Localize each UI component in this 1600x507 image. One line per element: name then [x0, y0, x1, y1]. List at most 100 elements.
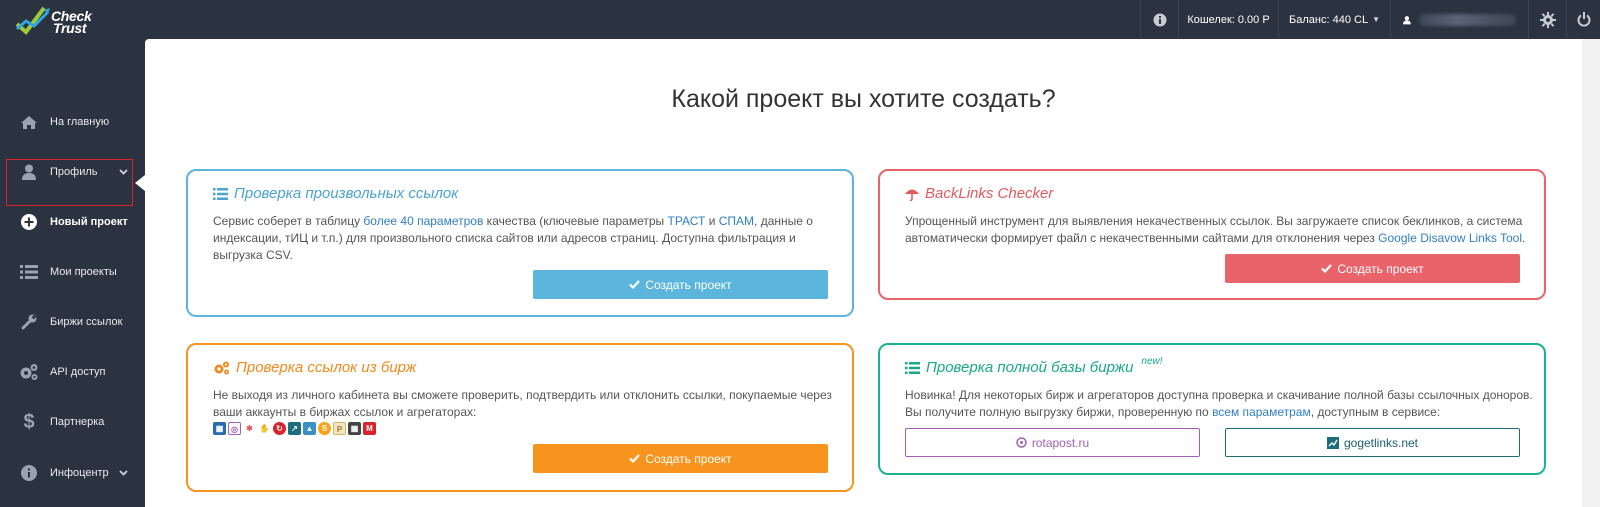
- dollar-icon: $: [23, 410, 35, 433]
- desc-text: качества (ключевые параметры: [483, 214, 668, 228]
- sidebar-item-home[interactable]: На главную: [0, 102, 145, 142]
- card-description: Сервис соберет в таблицу более 40 параме…: [213, 213, 813, 264]
- username-blurred: [1418, 13, 1516, 26]
- params-link[interactable]: более 40 параметров: [363, 214, 483, 228]
- user-menu[interactable]: [1390, 0, 1528, 39]
- check-icon: [629, 454, 641, 463]
- card-description: Упрощенный инструмент для выявления нека…: [905, 213, 1525, 247]
- sidebar-item-label: Мои проекты: [50, 266, 117, 278]
- button-label: Создать проект: [645, 451, 732, 466]
- page-title: Какой проект вы хотите создать?: [671, 85, 1056, 113]
- desc-text: .: [1522, 231, 1526, 245]
- sidebar-item-label: Партнерка: [50, 416, 105, 428]
- desc-text: Сервис соберет в таблицу: [213, 214, 364, 228]
- power-button[interactable]: [1566, 0, 1600, 39]
- gogetlinks-icon[interactable]: ↗: [288, 422, 301, 435]
- gogetlinks-button[interactable]: gogetlinks.net: [1225, 428, 1520, 457]
- exchange-grid-icon[interactable]: ▦: [213, 422, 226, 435]
- trust-link[interactable]: ТРАСТ: [668, 214, 706, 228]
- balance-dropdown[interactable]: Баланс: 440 CL ▼: [1278, 0, 1390, 39]
- desc-text: Вы получите полную выгрузку биржи, прове…: [905, 405, 1213, 419]
- cogs-icon: [214, 361, 229, 374]
- card-custom-links: Проверка произвольных ссылок Сервис собе…: [186, 169, 854, 317]
- check-icon: [629, 280, 641, 289]
- gogetlinks-icon: [1326, 436, 1339, 449]
- wallet-button[interactable]: Кошелек: 0.00 Р: [1178, 0, 1278, 39]
- google-disavow-link[interactable]: Google Disavow Links Tool: [1378, 231, 1522, 245]
- sidebar-item-label: Инфоцентр: [50, 467, 109, 479]
- chart-exchange-icon[interactable]: ▲: [303, 422, 316, 435]
- card-title: Проверка ссылок из бирж: [213, 359, 416, 376]
- wrench-icon: [0, 314, 50, 330]
- create-project-button[interactable]: Создать проект: [533, 444, 828, 473]
- hand-exchange-icon[interactable]: ✋: [258, 422, 271, 435]
- sidebar-item-exchanges[interactable]: Биржи ссылок: [0, 302, 145, 342]
- check-icon: [1321, 264, 1333, 273]
- scrollbar[interactable]: [1582, 39, 1600, 507]
- settings-button[interactable]: [1528, 0, 1566, 39]
- logo-check-icon: [15, 6, 50, 35]
- spam-link[interactable]: СПАМ: [719, 214, 754, 228]
- card-title: Проверка полной базы биржи new!: [905, 356, 1163, 376]
- card-full-exchange-db: Проверка полной базы биржи new! Новинка!…: [878, 343, 1546, 475]
- info-icon: [1153, 13, 1166, 26]
- home-icon: [0, 115, 50, 129]
- create-project-button[interactable]: Создать проект: [1225, 254, 1520, 283]
- card-title-text: Проверка полной базы биржи: [926, 359, 1134, 376]
- rotapost-button[interactable]: rotapost.ru: [905, 428, 1200, 457]
- info-circle-icon: [0, 465, 50, 481]
- desc-line: выгрузка CSV.: [213, 248, 293, 262]
- desc-line: индексации, тИЦ и т.п.) для произвольног…: [213, 231, 796, 245]
- list-icon: [213, 187, 228, 200]
- sidebar-item-label: Новый проект: [50, 216, 128, 228]
- circle-exchange-icon[interactable]: ↻: [273, 422, 286, 435]
- list-icon: [0, 265, 50, 279]
- exchange-icons: ▦ ◎ ✱ ✋ ↻ ↗ ▲ S P ▦ M: [213, 422, 376, 435]
- power-icon: [1577, 12, 1590, 27]
- sidebar: На главную Профиль Новый проект Мои прое…: [0, 39, 145, 507]
- sidebar-item-my-projects[interactable]: Мои проекты: [0, 252, 145, 292]
- card-backlinks-checker: BackLinks Checker Упрощенный инструмент …: [878, 169, 1546, 300]
- sidebar-item-new-project[interactable]: Новый проект: [0, 202, 145, 242]
- plus-circle-icon: [0, 214, 50, 230]
- button-label: Создать проект: [645, 277, 732, 292]
- gear-icon: [1539, 11, 1556, 28]
- desc-line: Упрощенный инструмент для выявления нека…: [905, 214, 1523, 228]
- grid-exchange-icon[interactable]: ▦: [348, 422, 361, 435]
- create-project-button[interactable]: Создать проект: [533, 270, 828, 299]
- rotapost-icon[interactable]: ◎: [228, 422, 241, 435]
- button-label: Создать проект: [1337, 261, 1424, 276]
- all-params-link[interactable]: всем параметрам: [1212, 405, 1311, 419]
- desc-line: Не выходя из личного кабинета вы сможете…: [213, 388, 832, 402]
- logo[interactable]: Check Trust: [14, 2, 124, 38]
- top-bar: Check Trust Кошелек: 0.00 Р Баланс: 440 …: [0, 0, 1600, 39]
- desc-text: автоматически формирует файл с некачеств…: [905, 231, 1379, 245]
- sidebar-item-api[interactable]: API доступ: [0, 352, 145, 392]
- card-exchange-links: Проверка ссылок из бирж Не выходя из лич…: [186, 343, 854, 492]
- sidebar-item-partner[interactable]: $ Партнерка: [0, 402, 145, 442]
- user-icon: [1403, 15, 1411, 24]
- logo-line-2: Trust: [53, 20, 87, 36]
- main-content: Какой проект вы хотите создать? Проверка…: [145, 39, 1600, 507]
- sidebar-item-label: На главную: [50, 116, 110, 128]
- star-exchange-icon[interactable]: ✱: [243, 422, 256, 435]
- rotapost-icon: [1016, 437, 1027, 448]
- button-label: gogetlinks.net: [1343, 435, 1419, 450]
- card-description: Не выходя из личного кабинета вы сможете…: [213, 387, 832, 421]
- pro-exchange-icon[interactable]: P: [333, 422, 346, 435]
- desc-text: и: [705, 214, 719, 228]
- sidebar-item-infocenter[interactable]: Инфоцентр: [0, 453, 145, 493]
- info-button[interactable]: [1140, 0, 1178, 39]
- m-exchange-icon[interactable]: M: [363, 422, 376, 435]
- chevron-down-icon: [119, 468, 145, 479]
- button-label: rotapost.ru: [1031, 435, 1090, 450]
- s-exchange-icon[interactable]: S: [318, 422, 331, 435]
- wallet-label: Кошелек: 0.00 Р: [1187, 13, 1270, 26]
- top-bar-items: Кошелек: 0.00 Р Баланс: 440 CL ▼: [1140, 0, 1600, 39]
- desc-text: , данные о: [754, 214, 813, 228]
- new-badge: new!: [1141, 356, 1163, 367]
- card-title-text: Проверка ссылок из бирж: [236, 359, 417, 376]
- desc-line: Новинка! Для некоторых бирж и агрегаторо…: [905, 388, 1533, 402]
- caret-down-icon: ▼: [1372, 15, 1380, 24]
- card-title-text: Проверка произвольных ссылок: [234, 185, 459, 202]
